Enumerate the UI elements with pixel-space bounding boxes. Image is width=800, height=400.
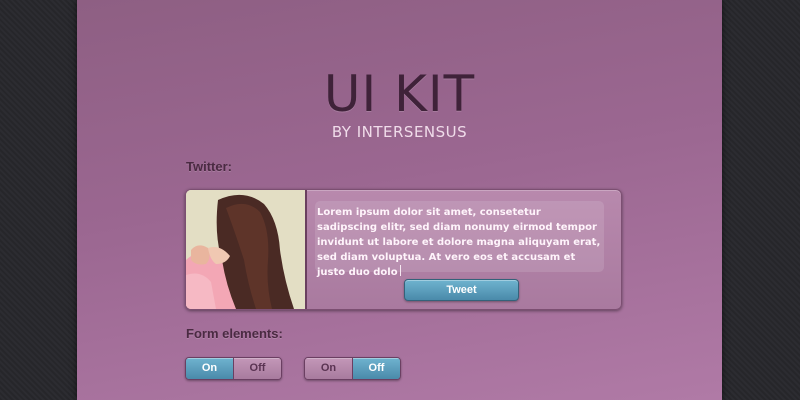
profile-photo [186, 190, 307, 309]
on-off-toggle[interactable]: On Off [185, 357, 282, 380]
toggle-off-option[interactable]: Off [352, 358, 400, 379]
on-off-toggle[interactable]: On Off [304, 357, 401, 380]
ui-kit-panel: UI KIT BY INTERSENSUS Twitter: Lorem ips… [77, 0, 722, 400]
tweet-text-content: Lorem ipsum dolor sit amet, consetetur s… [317, 207, 601, 278]
tweet-button[interactable]: Tweet [404, 279, 519, 301]
page-title: UI KIT [323, 65, 476, 123]
toggle-on-option[interactable]: On [186, 358, 233, 379]
toggle-on-option[interactable]: On [305, 358, 352, 379]
tweet-card: Lorem ipsum dolor sit amet, consetetur s… [185, 189, 622, 310]
background-frame: UI KIT BY INTERSENSUS Twitter: Lorem ips… [0, 0, 800, 400]
woman-portrait-photo-icon [186, 190, 305, 309]
toggle-off-option[interactable]: Off [233, 358, 281, 379]
form-section-label: Form elements: [186, 326, 283, 341]
twitter-section-label: Twitter: [186, 159, 232, 174]
page-subtitle: BY INTERSENSUS [331, 123, 468, 141]
tweet-textarea[interactable]: Lorem ipsum dolor sit amet, consetetur s… [315, 201, 604, 278]
text-cursor [399, 265, 401, 276]
